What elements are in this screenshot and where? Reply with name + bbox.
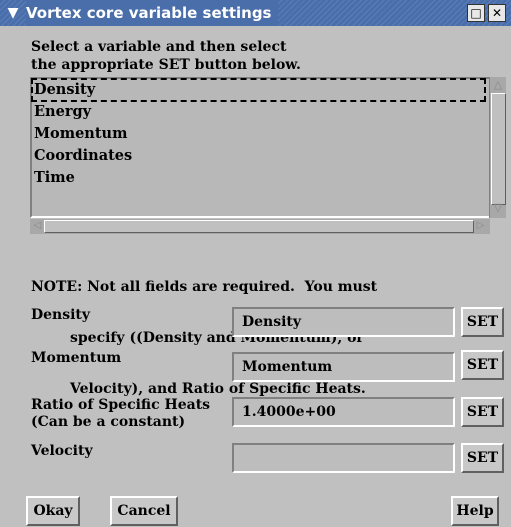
chevron-down-icon[interactable]: ▼ — [3, 3, 23, 23]
close-icon[interactable]: ✕ — [488, 4, 506, 22]
momentum-set-button[interactable]: SET — [461, 350, 504, 380]
help-button[interactable]: Help — [451, 496, 499, 526]
window-title: Vortex core variable settings — [26, 0, 278, 26]
ratio-specific-heats-label: Ratio of Specific Heats (Can be a consta… — [31, 397, 211, 430]
maximize-icon[interactable]: □ — [467, 4, 485, 22]
list-item[interactable]: Momentum — [34, 123, 127, 145]
list-item[interactable]: Time — [34, 167, 75, 189]
instructions-line-2: the appropriate SET button below. — [31, 57, 301, 73]
velocity-field[interactable] — [232, 443, 455, 473]
density-field[interactable]: Density — [232, 307, 455, 337]
list-item[interactable]: Density — [31, 78, 486, 102]
horizontal-scroll-thumb[interactable] — [44, 220, 474, 233]
velocity-label: Velocity — [31, 443, 93, 459]
note-line-3: Velocity), and Ratio of Specific Heats. — [31, 381, 366, 397]
ratio-set-button[interactable]: SET — [461, 397, 504, 427]
instructions: Select a variable and then select the ap… — [31, 38, 491, 74]
scroll-right-icon[interactable]: ▷ — [474, 219, 487, 233]
cancel-button[interactable]: Cancel — [110, 496, 178, 526]
scroll-up-icon[interactable]: △ — [491, 78, 505, 92]
scroll-left-icon[interactable]: ◁ — [31, 219, 44, 233]
density-label: Density — [31, 307, 91, 323]
vertical-scrollbar[interactable]: △ ▽ — [489, 77, 506, 218]
okay-button[interactable]: Okay — [26, 496, 80, 526]
note-line-1: NOTE: Not all fields are required. You m… — [31, 279, 378, 295]
momentum-field[interactable]: Momentum — [232, 352, 455, 382]
vertical-scroll-thumb[interactable] — [491, 93, 506, 205]
density-set-button[interactable]: SET — [461, 307, 504, 337]
list-item[interactable]: Coordinates — [34, 145, 132, 167]
dialog-window: ▼ Vortex core variable settings □ ✕ Sele… — [0, 0, 511, 527]
velocity-set-button[interactable]: SET — [461, 443, 504, 473]
list-item[interactable]: Energy — [34, 101, 91, 123]
title-bar[interactable]: ▼ Vortex core variable settings □ ✕ — [0, 0, 511, 26]
instructions-line-1: Select a variable and then select — [31, 39, 287, 55]
momentum-label: Momentum — [31, 350, 122, 366]
horizontal-scrollbar[interactable]: ◁ ▷ — [30, 219, 490, 234]
scroll-down-icon[interactable]: ▽ — [491, 201, 505, 215]
ratio-specific-heats-field[interactable]: 1.4000e+00 — [232, 397, 455, 427]
variable-list[interactable]: Density Energy Momentum Coordinates Time — [30, 77, 491, 218]
